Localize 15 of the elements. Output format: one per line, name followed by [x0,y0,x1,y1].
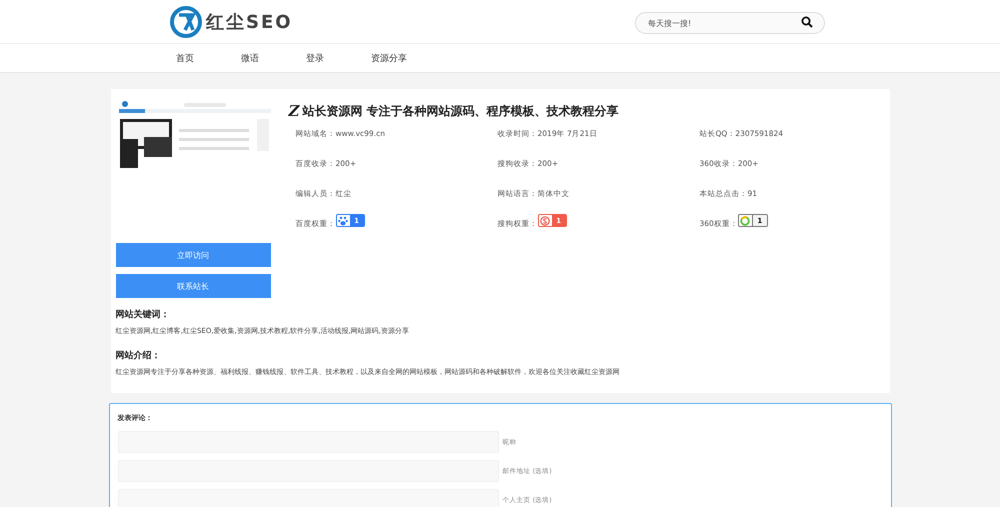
intro-heading: 网站介绍： [116,349,162,363]
title-logo-mark: Z [288,102,300,120]
nav-link[interactable]: 微语 [241,52,306,64]
search-field[interactable]: 每天搜一搜! [635,12,825,34]
logo-icon [170,6,202,38]
search-icon[interactable] [801,16,813,28]
keywords-heading: 网站关键词： [116,308,170,322]
paw-icon [338,216,348,226]
nav-link[interactable]: 资源分享 [371,52,436,64]
site-title: 站长资源网 专注于各种网站源码、程序模板、技术教程分享 [302,102,619,120]
logo-text: 红尘SEO [206,10,293,34]
nav-link[interactable]: 首页 [176,52,241,64]
s-circle-icon [540,216,550,226]
ring-icon [740,216,750,226]
nav-link[interactable]: 登录 [306,52,371,64]
